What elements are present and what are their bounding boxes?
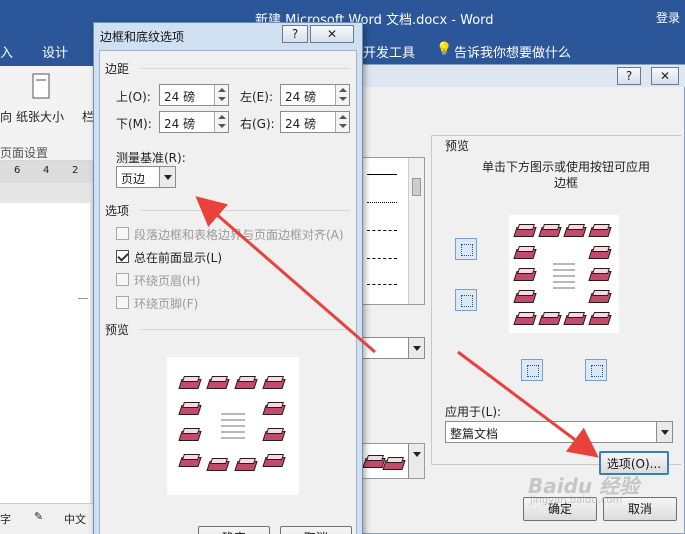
watermark-sub: jingyan.baidu.com [530, 495, 623, 506]
annotation-arrows [195, 196, 599, 458]
arrow-to-options-button [457, 350, 599, 458]
arrow-to-measure-from [195, 196, 376, 354]
